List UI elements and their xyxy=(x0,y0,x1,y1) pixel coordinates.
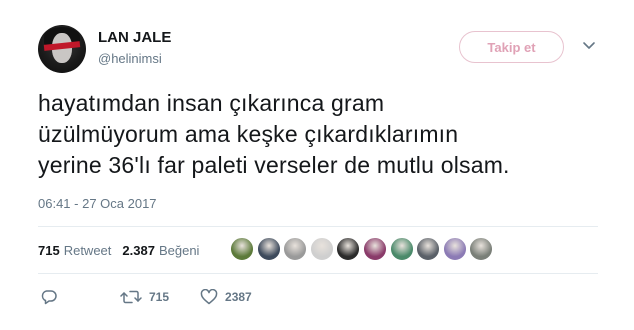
liker-avatars xyxy=(230,237,496,261)
reply-button[interactable] xyxy=(40,289,58,305)
like-count[interactable]: 2.387 xyxy=(122,243,155,258)
follow-button[interactable]: Takip et xyxy=(459,31,564,63)
liker-avatar[interactable] xyxy=(442,237,467,261)
retweet-icon xyxy=(120,290,142,304)
liker-avatar[interactable] xyxy=(309,237,334,261)
retweet-button[interactable]: 715 xyxy=(120,289,169,305)
divider xyxy=(38,273,598,274)
liker-avatar[interactable] xyxy=(283,237,308,261)
like-button[interactable]: 2387 xyxy=(200,289,252,305)
tweet-timestamp[interactable]: 06:41 - 27 Oca 2017 xyxy=(38,196,157,211)
avatar[interactable] xyxy=(38,25,86,73)
liker-avatar[interactable] xyxy=(230,237,254,261)
reply-icon xyxy=(41,290,57,305)
like-label[interactable]: Beğeni xyxy=(159,243,199,258)
retweet-count[interactable]: 715 xyxy=(38,243,60,258)
heart-icon xyxy=(200,289,218,305)
retweet-label[interactable]: Retweet xyxy=(64,243,112,258)
retweet-action-count: 715 xyxy=(149,290,170,304)
tweet-actions: 715 2387 xyxy=(40,289,252,305)
liker-avatar[interactable] xyxy=(362,237,387,261)
divider xyxy=(38,226,598,227)
tweet-line: üzülmüyorum ama keşke çıkardıklarımın xyxy=(38,121,459,147)
display-name[interactable]: LAN JALE xyxy=(98,29,171,46)
tweet-line: yerine 36'lı far paleti verseler de mutl… xyxy=(38,152,510,178)
liker-avatar[interactable] xyxy=(336,237,361,261)
tweet-line: hayatımdan insan çıkarınca gram xyxy=(38,90,385,116)
liker-avatar[interactable] xyxy=(416,237,441,261)
like-action-count: 2387 xyxy=(225,290,252,304)
liker-avatar[interactable] xyxy=(469,237,494,261)
user-handle[interactable]: @helinimsi xyxy=(98,51,162,66)
liker-avatar[interactable] xyxy=(389,237,414,261)
liker-avatar[interactable] xyxy=(256,237,281,261)
chevron-down-icon[interactable] xyxy=(582,40,596,52)
tweet-stats: 715 Retweet 2.387 Beğeni xyxy=(38,240,199,260)
tweet-text: hayatımdan insan çıkarınca gram üzülmüyo… xyxy=(38,88,598,181)
